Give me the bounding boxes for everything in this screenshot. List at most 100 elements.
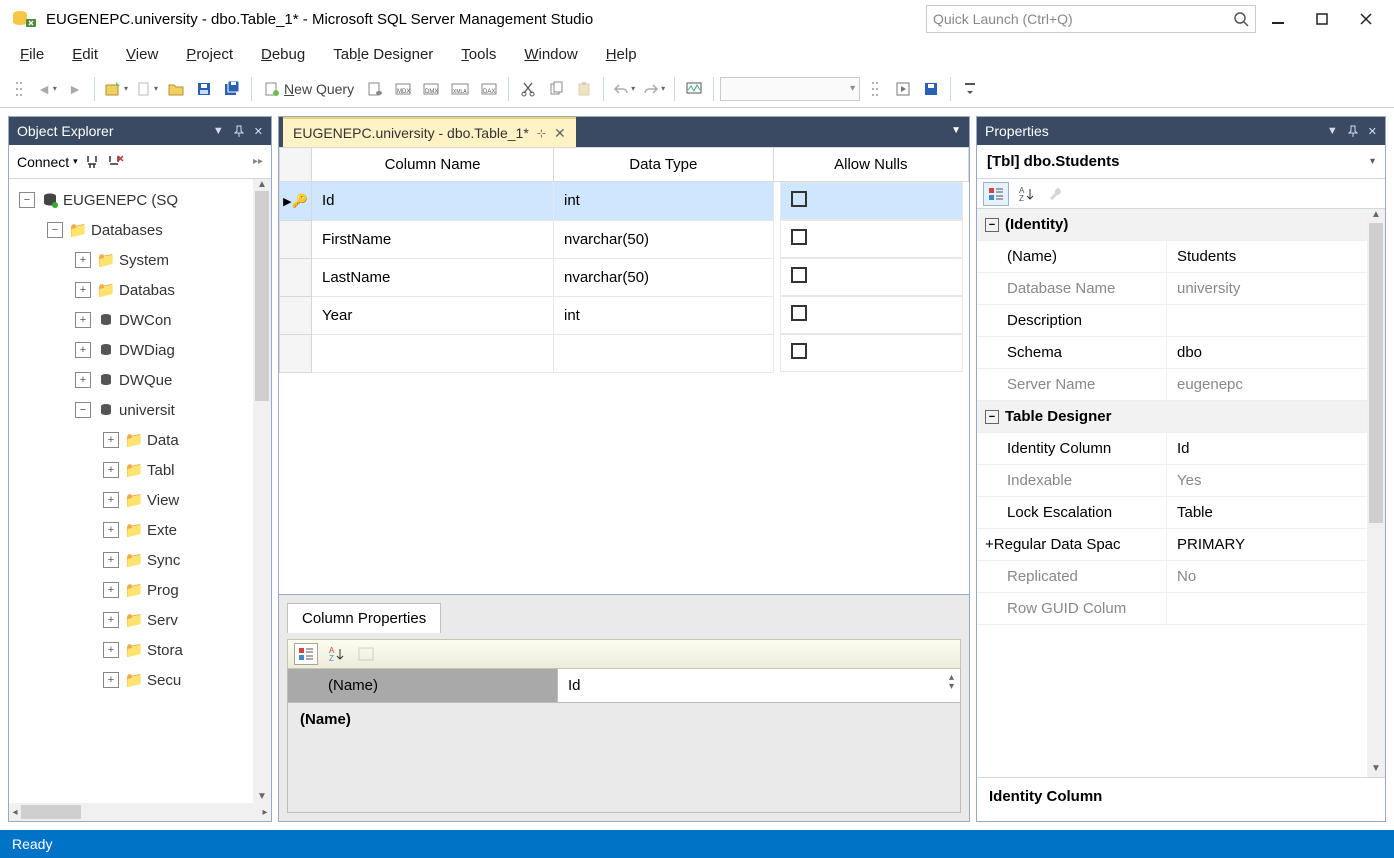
tree-node[interactable]: +📁View [13, 485, 183, 515]
paste-button[interactable] [571, 76, 597, 102]
columns-grid[interactable]: Column Name Data Type Allow Nulls ▶🔑 Id … [279, 147, 969, 373]
xmla-button[interactable]: XMLA [446, 76, 474, 102]
menu-edit[interactable]: Edit [58, 42, 112, 67]
menu-project[interactable]: Project [172, 42, 247, 67]
tree-node[interactable]: +📁System [13, 245, 183, 275]
menu-tools[interactable]: Tools [447, 42, 510, 67]
property-pages-button[interactable] [354, 643, 378, 665]
dmx-button[interactable]: DMX [418, 76, 444, 102]
checkbox[interactable] [791, 191, 807, 207]
folder-icon: 📁 [125, 671, 143, 689]
menu-help[interactable]: Help [592, 42, 651, 67]
column-row[interactable]: FirstName nvarchar(50) [280, 220, 969, 258]
property-value[interactable]: Id [568, 677, 581, 694]
object-explorer-tree[interactable]: −EUGENEPC (SQ −📁Databases +📁System +📁Dat… [9, 179, 271, 803]
open-button[interactable] [163, 76, 189, 102]
menu-view[interactable]: View [112, 42, 172, 67]
column-row[interactable]: ▶🔑 Id int [280, 182, 969, 221]
close-button[interactable] [1344, 4, 1388, 34]
tree-databases-node[interactable]: −📁Databases [13, 215, 183, 245]
pin-icon[interactable] [1348, 125, 1358, 138]
alphabetical-button[interactable]: AZ [1013, 182, 1039, 206]
overflow-icon[interactable]: ▸▸ [253, 156, 263, 167]
tree-node[interactable]: +DWQue [13, 365, 183, 395]
db-query-button[interactable] [362, 76, 388, 102]
dropdown-icon[interactable]: ▼ [1327, 125, 1338, 138]
close-icon[interactable]: ✕ [1368, 125, 1377, 138]
menu-window[interactable]: Window [510, 42, 591, 67]
menu-file[interactable]: File [6, 42, 58, 67]
undo-button[interactable]: ▾ [610, 76, 638, 102]
nav-forward-button[interactable]: ► [62, 76, 88, 102]
vertical-scrollbar[interactable]: ▲▼ [1367, 209, 1385, 777]
tree-node[interactable]: +📁Data [13, 425, 183, 455]
tree-node[interactable]: +📁Prog [13, 575, 183, 605]
tree-node[interactable]: +DWCon [13, 305, 183, 335]
maximize-button[interactable] [1300, 4, 1344, 34]
checkbox[interactable] [791, 267, 807, 283]
tree-node[interactable]: +DWDiag [13, 335, 183, 365]
execute-button[interactable] [890, 76, 916, 102]
column-row[interactable]: LastName nvarchar(50) [280, 258, 969, 296]
close-tab-icon[interactable]: ✕ [554, 125, 566, 142]
tree-node[interactable]: +📁Exte [13, 515, 183, 545]
database-combo[interactable]: ▾ [720, 77, 860, 101]
dax-button[interactable]: DAX [476, 76, 502, 102]
save-button[interactable] [191, 76, 217, 102]
connect-icon[interactable] [84, 154, 100, 170]
disconnect-icon[interactable] [106, 154, 124, 170]
column-properties-panel: Column Properties AZ (Name) Id ▴▾ (Name) [279, 594, 969, 821]
activity-monitor-button[interactable] [681, 76, 707, 102]
overflow-icon[interactable] [957, 76, 983, 102]
minimize-button[interactable] [1256, 4, 1300, 34]
tabs-dropdown-icon[interactable]: ▼ [951, 125, 961, 136]
save-script-button[interactable] [918, 76, 944, 102]
menu-debug[interactable]: Debug [247, 42, 319, 67]
redo-button[interactable]: ▾ [640, 76, 668, 102]
pin-icon[interactable] [234, 125, 244, 138]
column-row[interactable]: Year int [280, 296, 969, 334]
tree-node[interactable]: +📁Databas [13, 275, 183, 305]
wrench-icon[interactable] [1043, 182, 1069, 206]
menu-table-designer[interactable]: Table Designer [319, 42, 447, 67]
properties-grid[interactable]: −(Identity) (Name)Students Database Name… [977, 209, 1385, 777]
tree-node[interactable]: +📁Sync [13, 545, 183, 575]
pin-icon[interactable]: ⊹ [537, 127, 546, 140]
property-category[interactable]: −(Identity) [977, 209, 1367, 241]
mdx-button[interactable]: MDX [390, 76, 416, 102]
categorized-button[interactable] [983, 182, 1009, 206]
checkbox[interactable] [791, 343, 807, 359]
tree-node[interactable]: +📁Stora [13, 635, 183, 665]
close-icon[interactable]: ✕ [254, 125, 263, 138]
dropdown-icon[interactable]: ▼ [213, 125, 224, 138]
tree-university-node[interactable]: −universit [13, 395, 183, 425]
property-row: Description [977, 305, 1367, 337]
new-project-button[interactable]: ▾ [101, 76, 131, 102]
copy-button[interactable] [543, 76, 569, 102]
tree-server-node[interactable]: −EUGENEPC (SQ [13, 185, 183, 215]
save-all-button[interactable] [219, 76, 245, 102]
cut-button[interactable] [515, 76, 541, 102]
checkbox[interactable] [791, 305, 807, 321]
column-property-name-row[interactable]: (Name) Id ▴▾ [287, 669, 961, 703]
column-properties-tab[interactable]: Column Properties [287, 603, 441, 633]
tree-node[interactable]: +📁Serv [13, 605, 183, 635]
property-category[interactable]: −Table Designer [977, 401, 1367, 433]
spinner-icon[interactable]: ▴▾ [949, 673, 954, 691]
connect-button[interactable]: Connect▾ [17, 154, 78, 170]
alphabetical-button[interactable]: AZ [324, 643, 348, 665]
horizontal-scrollbar[interactable]: ◂▸ [9, 803, 271, 821]
new-query-button[interactable]: NNew Queryew Query [258, 76, 360, 102]
new-file-button[interactable]: ▾ [133, 76, 161, 102]
vertical-scrollbar[interactable]: ▲▼ [253, 179, 271, 803]
quick-launch-input[interactable]: Quick Launch (Ctrl+Q) [926, 5, 1256, 33]
tree-node[interactable]: +📁Tabl [13, 455, 183, 485]
search-icon [1233, 11, 1249, 27]
tree-node[interactable]: +📁Secu [13, 665, 183, 695]
document-tab-active[interactable]: EUGENEPC.university - dbo.Table_1* ⊹ ✕ [283, 117, 576, 147]
categorized-button[interactable] [294, 643, 318, 665]
checkbox[interactable] [791, 229, 807, 245]
column-row-empty[interactable] [280, 334, 969, 372]
nav-back-button[interactable]: ◄▾ [34, 76, 60, 102]
properties-object-selector[interactable]: [Tbl] dbo.Students▾ [977, 145, 1385, 179]
